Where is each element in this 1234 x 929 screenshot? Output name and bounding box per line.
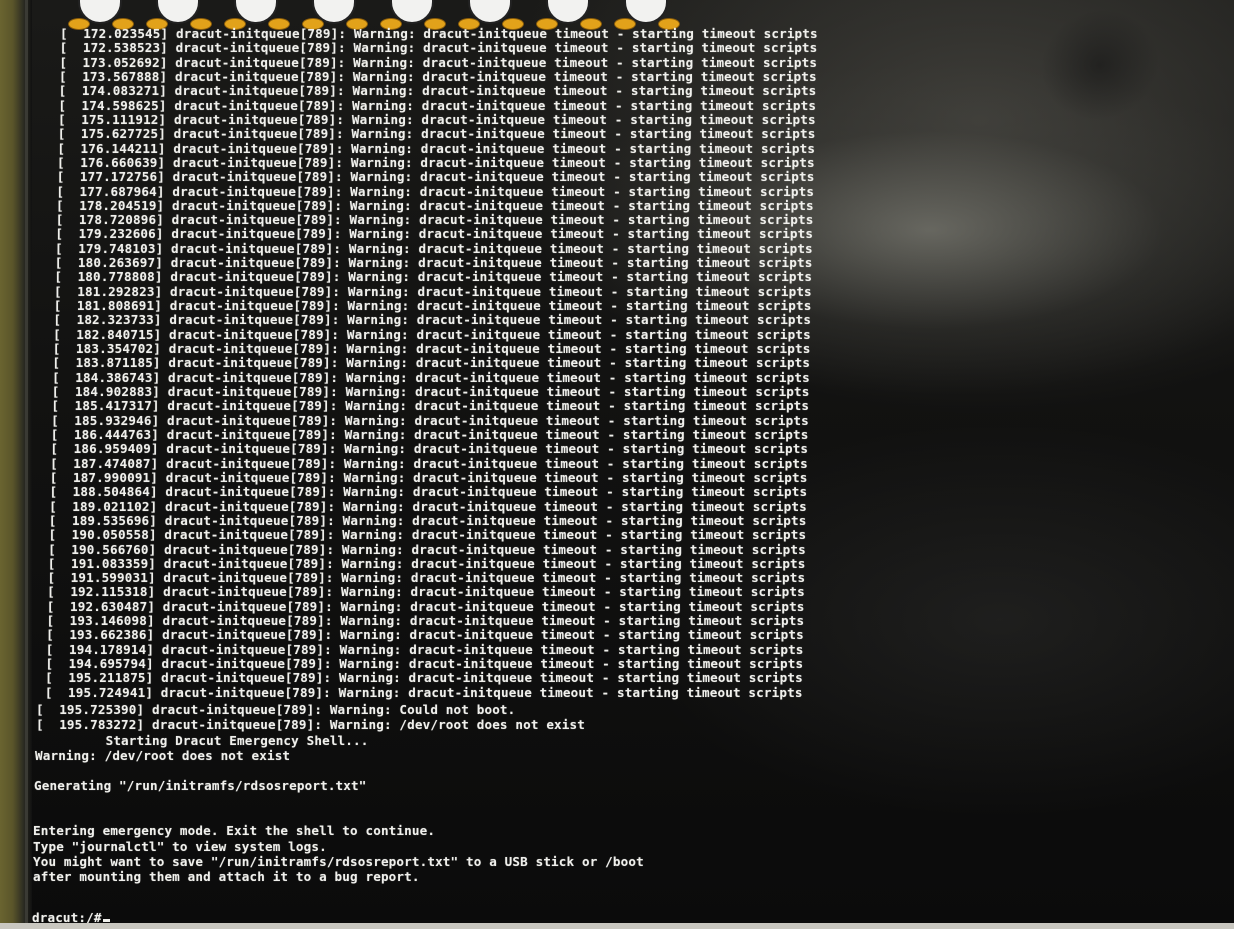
- log-line-timeout: [ 195.211875] dracut-initqueue[789]: War…: [45, 670, 803, 686]
- log-line-timeout: [ 194.695794] dracut-initqueue[789]: War…: [45, 656, 804, 672]
- log-line-timeout: [ 181.808691] dracut-initqueue[789]: War…: [53, 298, 812, 314]
- log-line-timeout: [ 178.204519] dracut-initqueue[789]: War…: [56, 197, 814, 213]
- log-line-timeout: [ 173.052692] dracut-initqueue[789]: War…: [59, 54, 818, 70]
- log-line-timeout: [ 180.263697] dracut-initqueue[789]: War…: [54, 255, 813, 271]
- log-line-timeout: [ 184.902883] dracut-initqueue[789]: War…: [51, 384, 810, 399]
- log-line-timeout: [ 172.023545] dracut-initqueue[789]: War…: [60, 26, 818, 41]
- log-line-timeout: [ 193.146098] dracut-initqueue[789]: War…: [46, 613, 805, 629]
- log-line-timeout: [ 187.474087] dracut-initqueue[789]: War…: [50, 455, 808, 471]
- log-line-timeout: [ 194.178914] dracut-initqueue[789]: War…: [45, 641, 804, 657]
- cursor-caret: [102, 919, 110, 922]
- log-line-timeout: [ 192.115318] dracut-initqueue[789]: War…: [47, 584, 805, 600]
- log-line-timeout: [ 176.144211] dracut-initqueue[789]: War…: [57, 140, 816, 156]
- log-line-timeout: [ 180.778808] dracut-initqueue[789]: War…: [54, 269, 813, 285]
- log-line-timeout: [ 183.354702] dracut-initqueue[789]: War…: [52, 341, 811, 357]
- log-line-timeout: [ 185.932946] dracut-initqueue[789]: War…: [51, 412, 809, 428]
- monitor-bezel-bottom: [0, 923, 1234, 929]
- log-line-timeout: [ 177.687964] dracut-initqueue[789]: War…: [56, 183, 815, 199]
- save-report-hint-line: You might want to save "/run/initramfs/r…: [33, 854, 644, 869]
- log-line-timeout: [ 175.627725] dracut-initqueue[789]: War…: [57, 126, 816, 142]
- log-line-timeout: [ 191.599031] dracut-initqueue[789]: War…: [47, 570, 806, 586]
- log-line-timeout: [ 182.840715] dracut-initqueue[789]: War…: [53, 326, 811, 342]
- log-line-timeout: [ 183.871185] dracut-initqueue[789]: War…: [52, 355, 811, 371]
- log-line-root-missing: [ 195.783272] dracut-initqueue[789]: War…: [36, 717, 585, 732]
- log-line-timeout: [ 188.504864] dracut-initqueue[789]: War…: [49, 484, 808, 500]
- log-line-timeout: [ 173.567888] dracut-initqueue[789]: War…: [59, 68, 817, 84]
- log-line-timeout: [ 189.535696] dracut-initqueue[789]: War…: [48, 512, 807, 528]
- warning-root-line: Warning: /dev/root does not exist: [35, 748, 291, 763]
- log-line-timeout: [ 176.660639] dracut-initqueue[789]: War…: [57, 154, 815, 170]
- photographed-monitor-screen: [ 172.023545] dracut-initqueue[789]: War…: [0, 0, 1234, 929]
- log-line-timeout: [ 186.444763] dracut-initqueue[789]: War…: [50, 426, 809, 442]
- starting-emergency-shell-line: Starting Dracut Emergency Shell...: [36, 733, 369, 748]
- log-line-timeout: [ 185.417317] dracut-initqueue[789]: War…: [51, 398, 810, 414]
- log-line-timeout: [ 190.050558] dracut-initqueue[789]: War…: [48, 527, 807, 543]
- emergency-mode-line: Entering emergency mode. Exit the shell …: [33, 823, 436, 838]
- log-line-timeout: [ 190.566760] dracut-initqueue[789]: War…: [48, 541, 806, 557]
- log-line-timeout: [ 175.111912] dracut-initqueue[789]: War…: [58, 111, 816, 127]
- journalctl-hint-line: Type "journalctl" to view system logs.: [33, 839, 327, 854]
- log-line-timeout: [ 191.083359] dracut-initqueue[789]: War…: [47, 555, 806, 571]
- bug-report-hint-line: after mounting them and attach it to a b…: [33, 869, 420, 884]
- log-line-timeout: [ 178.720896] dracut-initqueue[789]: War…: [55, 212, 814, 228]
- log-line-timeout: [ 186.959409] dracut-initqueue[789]: War…: [50, 441, 809, 457]
- log-line-timeout: [ 179.232606] dracut-initqueue[789]: War…: [55, 226, 814, 242]
- log-line-timeout: [ 174.598625] dracut-initqueue[789]: War…: [58, 97, 817, 113]
- log-line-could-not-boot: [ 195.725390] dracut-initqueue[789]: War…: [36, 702, 516, 717]
- boot-console: [ 172.023545] dracut-initqueue[789]: War…: [0, 0, 1234, 929]
- log-line-timeout: [ 181.292823] dracut-initqueue[789]: War…: [54, 283, 812, 299]
- log-line-timeout: [ 192.630487] dracut-initqueue[789]: War…: [46, 598, 805, 614]
- log-line-timeout: [ 174.083271] dracut-initqueue[789]: War…: [58, 83, 817, 99]
- log-line-timeout: [ 187.990091] dracut-initqueue[789]: War…: [49, 469, 808, 485]
- log-line-timeout: [ 172.538523] dracut-initqueue[789]: War…: [59, 40, 818, 56]
- log-line-timeout: [ 177.172756] dracut-initqueue[789]: War…: [56, 169, 815, 185]
- generating-report-line: Generating "/run/initramfs/rdsosreport.t…: [34, 778, 367, 793]
- log-line-timeout: [ 179.748103] dracut-initqueue[789]: War…: [55, 240, 813, 256]
- log-line-timeout: [ 182.323733] dracut-initqueue[789]: War…: [53, 312, 812, 328]
- log-line-timeout: [ 184.386743] dracut-initqueue[789]: War…: [52, 369, 810, 385]
- log-line-timeout: [ 189.021102] dracut-initqueue[789]: War…: [49, 498, 807, 514]
- log-line-timeout: [ 195.724941] dracut-initqueue[789]: War…: [44, 684, 803, 700]
- log-line-timeout: [ 193.662386] dracut-initqueue[789]: War…: [46, 627, 804, 643]
